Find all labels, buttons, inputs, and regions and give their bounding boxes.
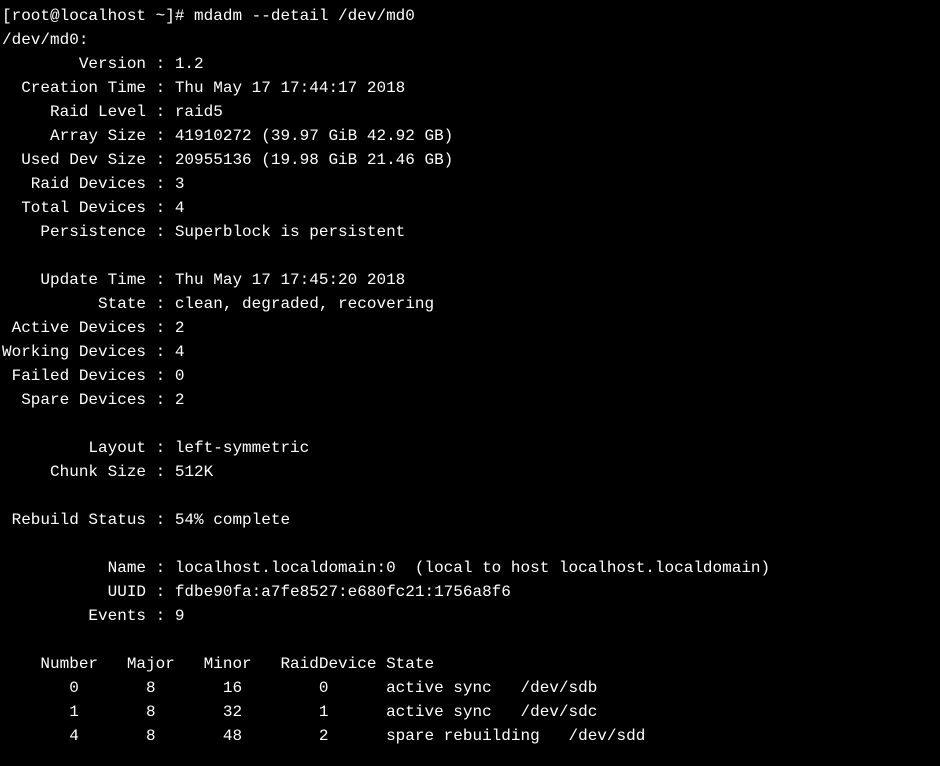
- shell-prompt: [root@localhost ~]#: [2, 7, 194, 25]
- prop-label: Spare Devices :: [2, 391, 175, 409]
- prop-value: 9: [175, 607, 185, 625]
- prop-value: 2: [175, 319, 185, 337]
- prop-label: Chunk Size :: [2, 463, 175, 481]
- prop-value: 0: [175, 367, 185, 385]
- prop-label: Persistence :: [2, 223, 175, 241]
- prop-label: Creation Time :: [2, 79, 175, 97]
- prop-value: localhost.localdomain:0 (local to host l…: [175, 559, 770, 577]
- prop-label: Layout :: [2, 439, 175, 457]
- prop-label: Total Devices :: [2, 199, 175, 217]
- prop-value: 4: [175, 199, 185, 217]
- prop-value: 2: [175, 391, 185, 409]
- prop-label: Update Time :: [2, 271, 175, 289]
- prop-value: 512K: [175, 463, 213, 481]
- prop-label: Working Devices :: [2, 343, 175, 361]
- prop-label: State :: [2, 295, 175, 313]
- command: mdadm --detail /dev/md0: [194, 7, 415, 25]
- device-row: 0 8 16 0 active sync /dev/sdb: [2, 679, 597, 697]
- prop-value: Thu May 17 17:44:17 2018: [175, 79, 405, 97]
- prop-value: 1.2: [175, 55, 204, 73]
- prop-value: 54% complete: [175, 511, 290, 529]
- prop-label: Name :: [2, 559, 175, 577]
- prop-value: clean, degraded, recovering: [175, 295, 434, 313]
- prop-label: Raid Level :: [2, 103, 175, 121]
- device-row: 4 8 48 2 spare rebuilding /dev/sdd: [2, 727, 645, 745]
- prop-value: left-symmetric: [175, 439, 309, 457]
- device-header: /dev/md0:: [2, 31, 88, 49]
- prop-value: 4: [175, 343, 185, 361]
- prop-label: Version :: [2, 55, 175, 73]
- prop-value: 3: [175, 175, 185, 193]
- prop-label: Used Dev Size :: [2, 151, 175, 169]
- terminal-output: [root@localhost ~]# mdadm --detail /dev/…: [0, 0, 940, 766]
- prop-value: raid5: [175, 103, 223, 121]
- prop-value: Thu May 17 17:45:20 2018: [175, 271, 405, 289]
- prop-value: 41910272 (39.97 GiB 42.92 GB): [175, 127, 453, 145]
- prop-value: fdbe90fa:a7fe8527:e680fc21:1756a8f6: [175, 583, 511, 601]
- prop-value: 20955136 (19.98 GiB 21.46 GB): [175, 151, 453, 169]
- prop-value: Superblock is persistent: [175, 223, 405, 241]
- prop-label: UUID :: [2, 583, 175, 601]
- device-table-header: Number Major Minor RaidDevice State: [2, 655, 434, 673]
- prop-label: Array Size :: [2, 127, 175, 145]
- prop-label: Raid Devices :: [2, 175, 175, 193]
- prop-label: Active Devices :: [2, 319, 175, 337]
- prop-label: Rebuild Status :: [2, 511, 175, 529]
- device-row: 1 8 32 1 active sync /dev/sdc: [2, 703, 597, 721]
- prop-label: Failed Devices :: [2, 367, 175, 385]
- prop-label: Events :: [2, 607, 175, 625]
